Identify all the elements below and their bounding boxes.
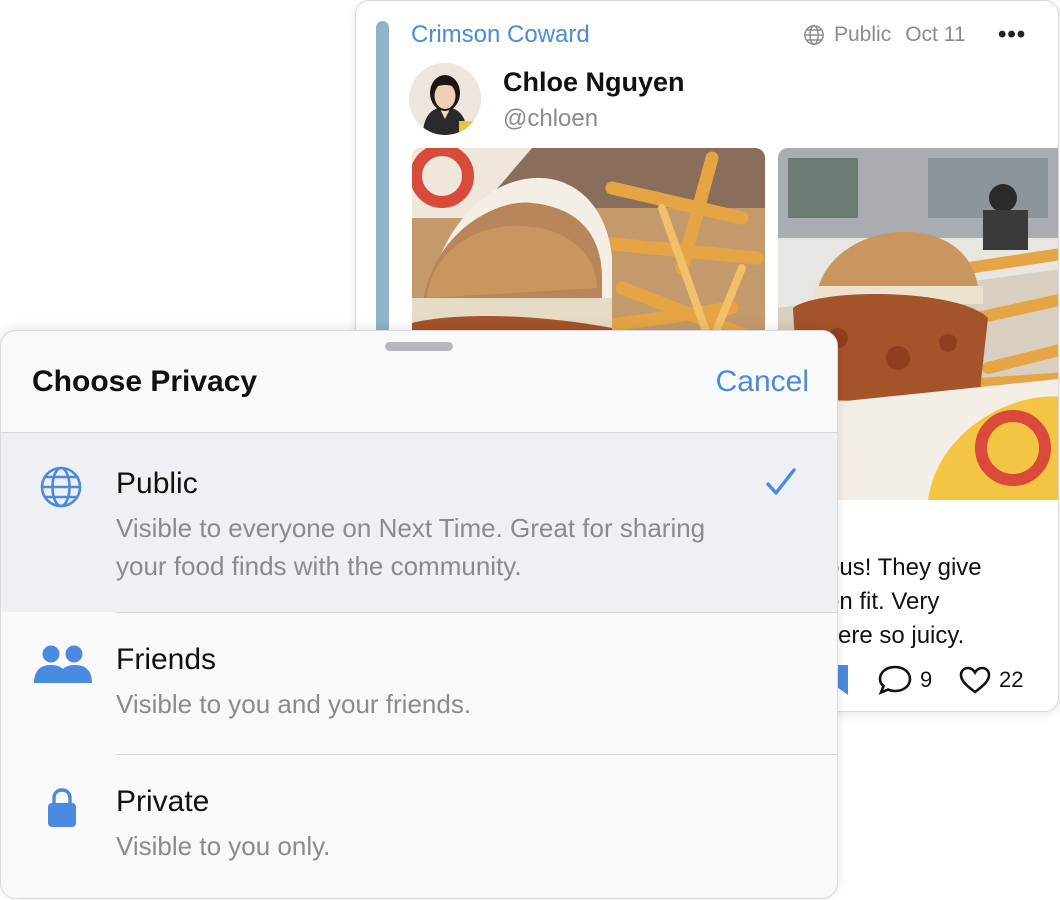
author-name[interactable]: Chloe Nguyen — [503, 67, 685, 98]
caption-line: en fit. Very — [826, 588, 940, 615]
comment-count: 9 — [920, 667, 933, 692]
checkmark-icon — [766, 468, 796, 495]
privacy-option-friends[interactable]: Friends Visible to you and your friends. — [1, 613, 837, 754]
visibility-label: Public — [834, 23, 892, 46]
privacy-option-public[interactable]: Public Visible to everyone on Next Time.… — [1, 433, 837, 612]
option-description: Visible to you and your friends. — [116, 689, 472, 719]
lock-icon — [48, 788, 76, 827]
post-accent-bar — [376, 21, 389, 361]
like-count: 22 — [999, 667, 1024, 692]
ellipsis-icon[interactable]: ••• — [998, 21, 1026, 49]
caption-line: ous! They give — [826, 554, 982, 581]
sheet-grabber[interactable] — [385, 342, 453, 351]
post-date: Oct 11 — [905, 23, 966, 46]
caption-line: vere so juicy. — [826, 622, 965, 649]
people-icon — [34, 645, 92, 683]
comment-icon[interactable] — [877, 665, 913, 695]
option-description: Visible to everyone on Next Time. Great … — [116, 513, 706, 581]
sheet-title: Choose Privacy — [32, 365, 258, 398]
globe-icon — [40, 466, 82, 508]
option-label: Public — [116, 467, 198, 500]
privacy-option-private[interactable]: Private Visible to you only. — [1, 755, 837, 898]
avatar[interactable] — [409, 63, 481, 135]
heart-icon[interactable] — [959, 666, 991, 694]
post-actions: 9 22 — [826, 661, 1058, 701]
globe-icon — [804, 25, 824, 45]
option-description: Visible to you only. — [116, 831, 331, 861]
option-label: Friends — [116, 643, 217, 676]
privacy-sheet: Choose Privacy Cancel Public Visible to … — [0, 330, 838, 899]
cancel-button[interactable]: Cancel — [716, 365, 809, 399]
restaurant-link[interactable]: Crimson Coward — [411, 21, 590, 49]
option-label: Private — [116, 785, 210, 818]
author-handle: @chloen — [503, 105, 599, 132]
post-caption: ous! They give en fit. Very vere so juic… — [826, 551, 1058, 653]
post-meta: Public Oct 11 — [803, 23, 966, 47]
